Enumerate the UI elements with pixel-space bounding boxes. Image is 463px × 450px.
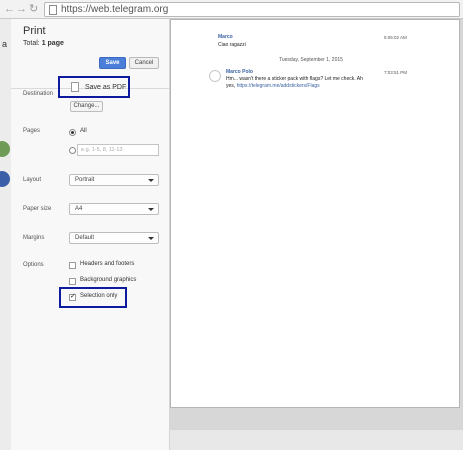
options-label: Options [23,262,44,268]
back-icon[interactable]: ← [4,2,15,16]
selection-only-checkbox[interactable] [69,292,76,301]
pages-custom-input[interactable]: e.g. 1-5, 8, 11-13 [77,144,159,156]
pages-label: Pages [23,128,41,134]
destination-label: Destination [23,91,54,97]
layout-label: Layout [23,177,42,183]
background-avatar [0,171,10,187]
address-bar[interactable]: https://web.telegram.org [44,2,460,17]
pages-all-label: All [80,128,87,134]
message-time: 7:03:51 PM [384,70,408,75]
background-avatar [0,141,10,157]
total-pages: Total: 1 page [23,40,64,47]
message-line-prefix: yes, [226,83,237,89]
print-settings-panel: Print Total: 1 page Save Cancel Destinat… [11,19,170,450]
destination-value: Save as PDF [85,84,127,91]
total-prefix: Total: [23,40,42,47]
message-line: yes, https://telegram.me/addstickers/Fla… [226,83,406,90]
forward-icon[interactable]: → [16,2,27,16]
chevron-down-icon [148,237,154,240]
date-separator: Tuesday, September 1, 2015 [279,57,343,63]
background-page-text: a [2,39,8,49]
message-time: 5:06:02 AM [384,35,407,40]
preview-bottom-strip [170,430,463,450]
change-destination-button[interactable]: Change... [70,101,103,112]
message-line: Hm... wasn't there a sticker pack with f… [226,76,363,82]
background-graphics-label: Background graphics [80,277,137,283]
background-graphics-checkbox[interactable] [69,278,76,285]
print-title: Print [23,25,46,37]
background-page: a [0,19,11,450]
layout-select[interactable]: Portrait [69,174,159,186]
browser-toolbar: ← → ↻ https://web.telegram.org [0,0,463,19]
message-sender: Marco Polo [226,69,253,75]
margins-select[interactable]: Default [69,232,159,244]
cancel-button[interactable]: Cancel [129,57,159,69]
address-url: https://web.telegram.org [61,4,169,15]
paper-size-select[interactable]: A4 [69,203,159,215]
message-sender: Marco [218,34,233,40]
chevron-down-icon [148,208,154,211]
pages-all-radio[interactable] [69,129,76,136]
paper-size-label: Paper size [23,206,52,212]
sender-avatar [209,70,221,82]
page-icon [49,5,57,15]
reload-icon[interactable]: ↻ [29,2,38,16]
sticker-link[interactable]: https://telegram.me/addstickers/Flags [237,83,320,89]
preview-page: Marco 5:06:02 AM Ciao ragazzi Tuesday, S… [170,19,460,408]
message-text: Hm... wasn't there a sticker pack with f… [226,76,406,90]
pdf-file-icon [71,82,79,92]
total-value: 1 page [41,40,64,47]
headers-footers-label: Headers and footers [80,261,135,267]
selection-only-label: Selection only [80,293,118,299]
screen: ← → ↻ https://web.telegram.org a Print T… [0,0,463,450]
message-text: Ciao ragazzi [218,42,246,48]
save-button[interactable]: Save [99,57,126,69]
paper-size-value: A4 [75,206,83,212]
headers-footers-checkbox[interactable] [69,262,76,269]
margins-value: Default [75,235,95,241]
chevron-down-icon [148,179,154,182]
pages-custom-radio[interactable] [69,147,76,154]
margins-label: Margins [23,235,45,241]
layout-value: Portrait [75,177,95,183]
